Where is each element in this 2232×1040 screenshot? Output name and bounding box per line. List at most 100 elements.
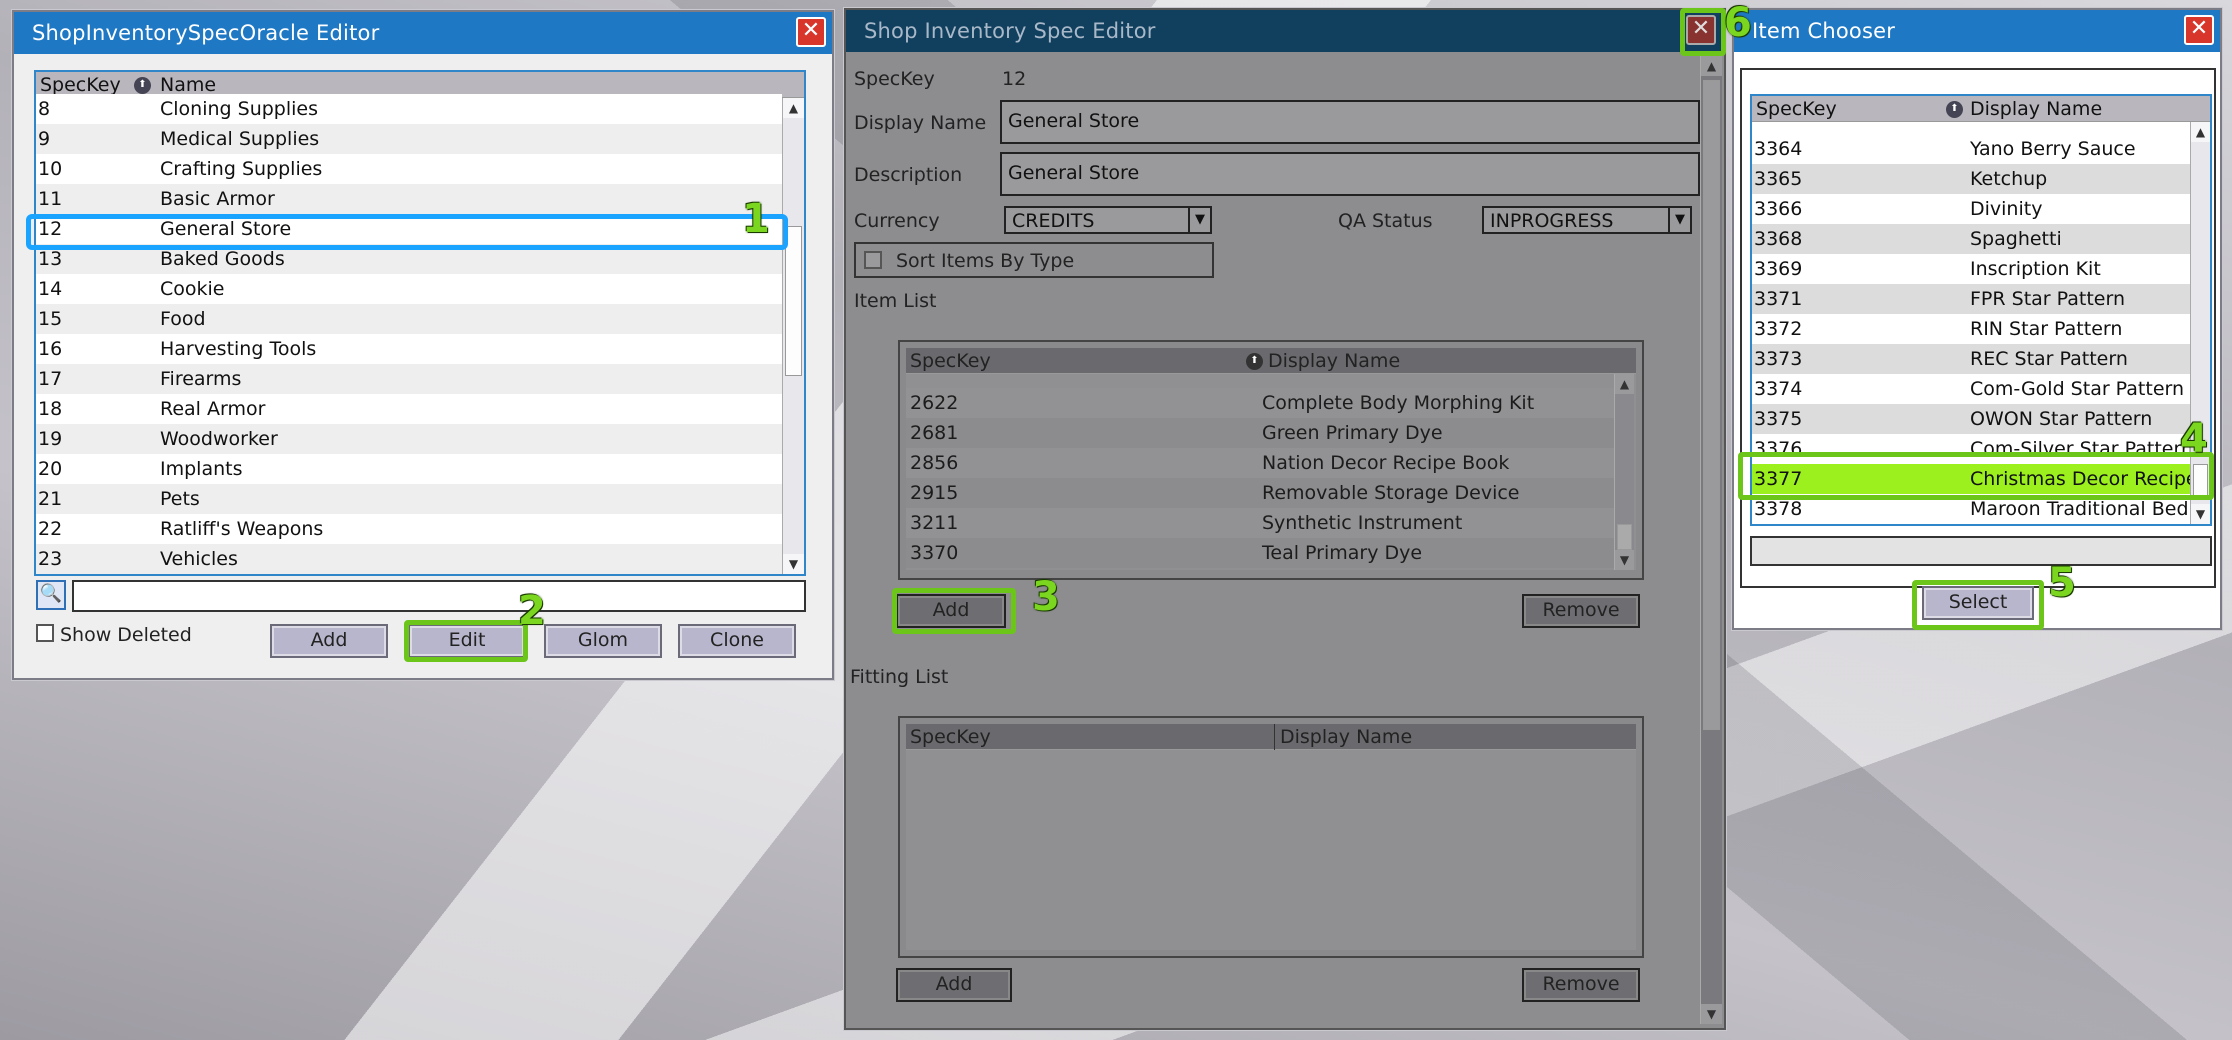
selected-row-outline [26,214,788,250]
table-row[interactable]: 16 Harvesting Tools [36,334,782,364]
item-remove-button[interactable]: Remove [1522,594,1640,628]
table-row[interactable]: 3372 RIN Star Pattern [1752,314,2190,344]
qa-status-select[interactable]: INPROGRESS ▼ [1482,206,1692,234]
oracle-scrollbar[interactable]: ▲ ▼ [782,98,804,574]
row-speckey: 3373 [1754,348,1803,370]
table-row[interactable]: 3374 Com-Gold Star Pattern [1752,374,2190,404]
table-row[interactable]: 3368 Spaghetti [1752,224,2190,254]
clone-button[interactable]: Clone [678,624,796,658]
scroll-up-icon[interactable]: ▲ [1701,56,1722,76]
table-row[interactable]: 10 Crafting Supplies [36,154,782,184]
chooser-status-field [1750,536,2212,566]
row-name: Medical Supplies [160,128,320,150]
chevron-down-icon[interactable]: ▼ [1668,208,1690,232]
table-row[interactable]: 9 Medical Supplies [36,124,782,154]
row-speckey: 3370 [910,542,959,564]
description-field[interactable]: General Store [1000,152,1700,196]
scroll-thumb[interactable] [1703,80,1720,730]
fitting-remove-button[interactable]: Remove [1522,968,1640,1002]
table-row[interactable]: 14 Cookie [36,274,782,304]
col-display-name-header[interactable]: Display Name [1970,96,2102,122]
spec-editor-titlebar[interactable]: Shop Inventory Spec Editor [846,10,1724,52]
table-row[interactable]: 3365 Ketchup [1752,164,2190,194]
item-chooser-window: Item Chooser ✕ SpecKey ⬆ Display Name 33… [1732,8,2222,630]
table-row[interactable]: 3369 Inscription Kit [1752,254,2190,284]
show-deleted-checkbox[interactable] [36,624,54,642]
row-name: Inscription Kit [1970,258,2101,280]
table-row[interactable]: 3375 OWON Star Pattern [1752,404,2190,434]
item-chooser-titlebar[interactable]: Item Chooser [1734,10,2220,52]
scroll-up-icon[interactable]: ▲ [783,98,804,118]
table-row[interactable]: 15 Food [36,304,782,334]
fitting-add-button[interactable]: Add [896,968,1012,1002]
scroll-thumb[interactable] [785,226,802,376]
row-speckey: 3366 [1754,198,1803,220]
table-row[interactable]: 3211 Synthetic Instrument [906,508,1614,538]
close-icon[interactable]: ✕ [2184,15,2214,45]
annotation-5: 5 [2048,560,2076,606]
row-name: Basic Armor [160,188,275,210]
col-display-name-header[interactable]: Display Name [1268,348,1400,374]
table-row[interactable]: 3366 Divinity [1752,194,2190,224]
table-row[interactable]: 3371 FPR Star Pattern [1752,284,2190,314]
col-speckey-header[interactable]: SpecKey [1756,96,1837,122]
row-name: OWON Star Pattern [1970,408,2153,430]
table-row[interactable]: 3370 Teal Primary Dye [906,538,1614,568]
scroll-down-icon[interactable]: ▼ [1701,1004,1722,1024]
col-speckey-header[interactable]: SpecKey [910,724,991,750]
table-row[interactable]: 18 Real Armor [36,394,782,424]
currency-select[interactable]: CREDITS ▼ [1004,206,1212,234]
row-name: Complete Body Morphing Kit [1262,392,1535,414]
row-speckey: 20 [38,458,63,480]
close-icon[interactable]: ✕ [796,17,826,47]
sort-icon[interactable]: ⬆ [134,77,151,94]
table-row[interactable]: 3373 REC Star Pattern [1752,344,2190,374]
table-row[interactable]: 11 Basic Armor [36,184,782,214]
scroll-thumb[interactable] [1617,524,1632,550]
col-display-name-header[interactable]: Display Name [1280,724,1412,750]
table-row[interactable]: 20 Implants [36,454,782,484]
row-speckey: 3365 [1754,168,1803,190]
scroll-up-icon[interactable]: ▲ [1615,374,1634,394]
table-row[interactable]: 8 Cloning Supplies [36,94,782,124]
scroll-up-icon[interactable]: ▲ [2191,122,2210,142]
col-speckey-header[interactable]: SpecKey [910,348,991,374]
annotation-highlight-chosen-row [1738,452,2214,500]
sort-icon[interactable]: ⬆ [1246,353,1263,370]
table-row[interactable]: 22 Ratliff's Weapons [36,514,782,544]
table-row[interactable]: 17 Firearms [36,364,782,394]
scroll-down-icon[interactable]: ▼ [783,554,804,574]
oracle-editor-titlebar[interactable]: ShopInventorySpecOracle Editor [14,12,832,54]
search-input[interactable] [72,580,806,612]
add-button[interactable]: Add [270,624,388,658]
sort-items-checkbox[interactable] [864,251,882,269]
table-row[interactable]: 23 Vehicles [36,544,782,574]
item-list-scrollbar[interactable]: ▲ ▼ [1614,374,1634,570]
annotation-highlight-close [1680,8,1726,56]
table-row[interactable]: 2622 Complete Body Morphing Kit [906,388,1614,418]
table-row[interactable]: 2856 Nation Decor Recipe Book [906,448,1614,478]
row-speckey: 2681 [910,422,959,444]
table-row[interactable]: 2915 Removable Storage Device [906,478,1614,508]
display-name-field[interactable]: General Store [1000,100,1700,144]
table-row[interactable]: 2681 Green Primary Dye [906,418,1614,448]
search-icon[interactable]: 🔍 [36,580,66,610]
fitting-list-grid: SpecKey Display Name [906,724,1636,950]
scroll-down-icon[interactable]: ▼ [1615,550,1634,570]
spec-editor-scrollbar[interactable]: ▲ ▼ [1700,56,1722,1024]
spec-editor-window: Shop Inventory Spec Editor ✕ SpecKey 12 … [844,8,1726,1030]
scroll-down-icon[interactable]: ▼ [2191,504,2210,524]
annotation-highlight-select [1912,580,2044,630]
row-speckey: 3371 [1754,288,1803,310]
chevron-down-icon[interactable]: ▼ [1188,208,1210,232]
row-name: Synthetic Instrument [1262,512,1463,534]
table-row[interactable]: 3364 Yano Berry Sauce [1752,134,2190,164]
glom-button[interactable]: Glom [544,624,662,658]
row-name: Harvesting Tools [160,338,317,360]
sort-icon[interactable]: ⬆ [1946,101,1963,118]
table-row[interactable]: 21 Pets [36,484,782,514]
row-name: Cookie [160,278,225,300]
item-list-label: Item List [854,290,937,312]
item-list-header: SpecKey ⬆ Display Name [906,348,1636,374]
table-row[interactable]: 19 Woodworker [36,424,782,454]
